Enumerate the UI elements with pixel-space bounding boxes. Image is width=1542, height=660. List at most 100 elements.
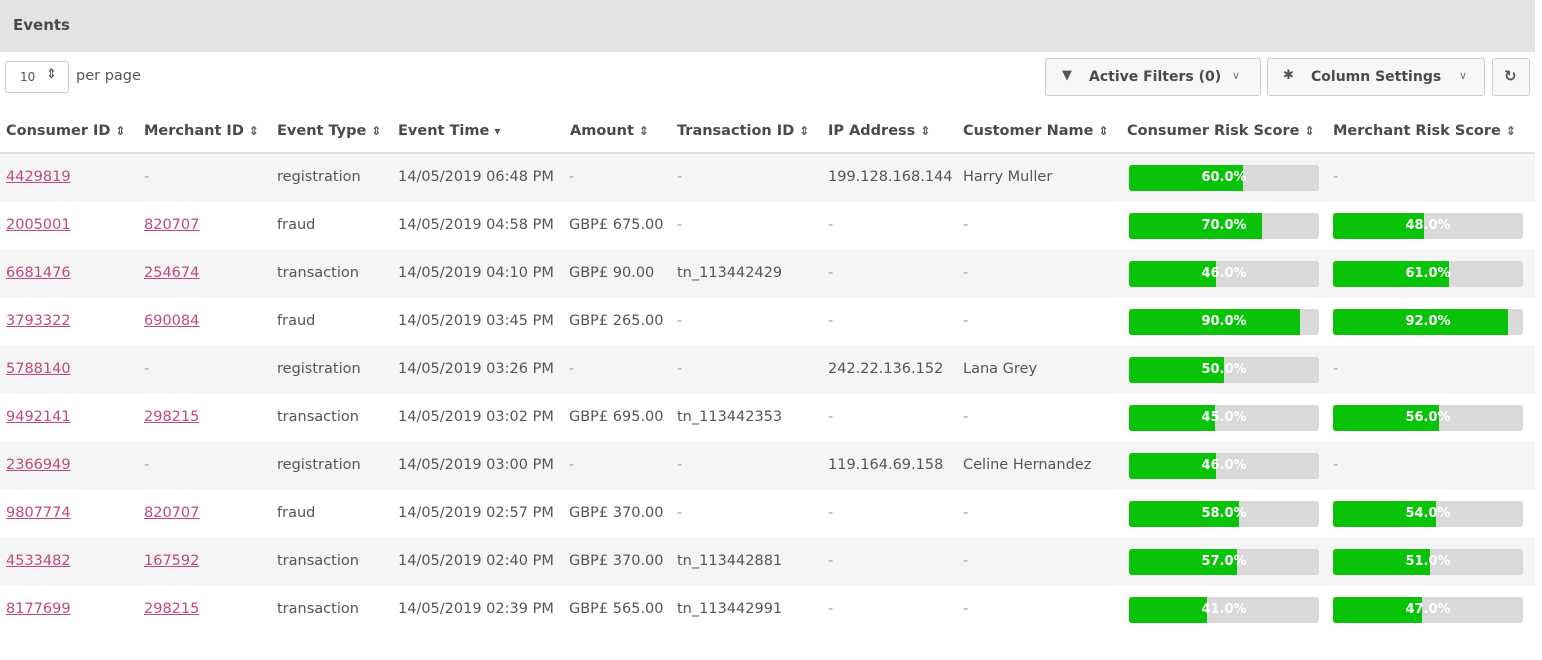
refresh-button[interactable]: ↻ bbox=[1492, 58, 1530, 96]
risk-score-label: 90.0% bbox=[1201, 314, 1247, 329]
event-type-cell: transaction bbox=[277, 601, 359, 617]
ip-address-cell: - bbox=[828, 553, 834, 569]
consumer-id-link[interactable]: 4429819 bbox=[6, 169, 71, 185]
risk-score-label: 57.0% bbox=[1201, 554, 1247, 569]
event-time-cell: 14/05/2019 04:10 PM bbox=[398, 265, 554, 281]
active-filters-button[interactable]: ▼ Active Filters (0) ∨ bbox=[1045, 58, 1261, 96]
ip-address-cell: 119.164.69.158 bbox=[828, 457, 944, 473]
consumer-risk-bar: 50.0% bbox=[1129, 357, 1319, 383]
customer-name-cell: - bbox=[963, 313, 969, 329]
column-header-consumer-risk-score[interactable]: Consumer Risk Score ⇕ bbox=[1127, 123, 1315, 139]
risk-score-label: 46.0% bbox=[1201, 458, 1247, 473]
merchant-id-link[interactable]: 820707 bbox=[144, 217, 199, 233]
event-type-cell: fraud bbox=[277, 313, 316, 329]
ip-address-cell: - bbox=[828, 601, 834, 617]
event-time-cell: 14/05/2019 02:39 PM bbox=[398, 601, 554, 617]
event-time-cell: 14/05/2019 03:00 PM bbox=[398, 457, 554, 473]
risk-score-label: 54.0% bbox=[1405, 506, 1451, 521]
risk-score-label: 41.0% bbox=[1201, 602, 1247, 617]
column-header-event-type[interactable]: Event Type ⇕ bbox=[277, 123, 381, 139]
event-time-cell: 14/05/2019 06:48 PM bbox=[398, 169, 554, 185]
per-page-select[interactable]: 10 ⇕ bbox=[5, 61, 69, 93]
merchant-id-link[interactable]: 167592 bbox=[144, 553, 199, 569]
risk-score-label: 46.0% bbox=[1201, 266, 1247, 281]
sort-arrows-icon: ⇕ bbox=[115, 124, 126, 138]
column-header-consumer-id[interactable]: Consumer ID ⇕ bbox=[6, 123, 126, 139]
customer-name-cell: Harry Muller bbox=[963, 169, 1053, 185]
page-title: Events bbox=[13, 16, 70, 34]
merchant-id-link[interactable]: 254674 bbox=[144, 265, 199, 281]
customer-name-cell: Lana Grey bbox=[963, 361, 1038, 377]
customer-name-cell: - bbox=[963, 409, 969, 425]
column-settings-button[interactable]: ✱ Column Settings ∨ bbox=[1267, 58, 1485, 96]
table-row: 2366949- registration 14/05/2019 03:00 PM -… bbox=[0, 442, 1535, 490]
transaction-id-cell: tn_113442881 bbox=[677, 553, 783, 569]
customer-name-cell: - bbox=[963, 265, 969, 281]
table-row: 9492141 298215 transaction 14/05/2019 03:02… bbox=[0, 394, 1535, 442]
consumer-risk-bar: 46.0% bbox=[1129, 453, 1319, 479]
merchant-risk-bar: 92.0% bbox=[1333, 309, 1523, 335]
customer-name-cell: - bbox=[963, 601, 969, 617]
consumer-id-link[interactable]: 4533482 bbox=[6, 553, 71, 569]
consumer-risk-bar: 57.0% bbox=[1129, 549, 1319, 575]
amount-cell: GBP£ 565.00 bbox=[569, 601, 664, 617]
active-filters-label: Active Filters (0) bbox=[1089, 69, 1222, 85]
customer-name-cell: - bbox=[963, 505, 969, 521]
transaction-id-cell: - bbox=[677, 169, 683, 185]
transaction-id-cell: - bbox=[677, 361, 683, 377]
merchant-id-link[interactable]: 298215 bbox=[144, 409, 199, 425]
consumer-id-link[interactable]: 5788140 bbox=[6, 361, 71, 377]
per-page-value: 10 bbox=[20, 70, 36, 84]
column-settings-label: Column Settings bbox=[1311, 69, 1442, 85]
event-type-cell: registration bbox=[277, 169, 361, 185]
merchant-risk-empty: - bbox=[1333, 361, 1339, 377]
merchant-id-link[interactable]: 820707 bbox=[144, 505, 199, 521]
risk-score-label: 47.0% bbox=[1405, 602, 1451, 617]
consumer-id-link[interactable]: 8177699 bbox=[6, 601, 71, 617]
table-row: 4533482 167592 transaction 14/05/2019 02:40… bbox=[0, 538, 1535, 586]
customer-name-cell: - bbox=[963, 553, 969, 569]
consumer-risk-bar: 41.0% bbox=[1129, 597, 1319, 623]
column-header-merchant-id[interactable]: Merchant ID ⇕ bbox=[144, 123, 259, 139]
consumer-risk-bar: 45.0% bbox=[1129, 405, 1319, 431]
column-header-ip-address[interactable]: IP Address ⇕ bbox=[828, 123, 930, 139]
column-header-merchant-risk-score[interactable]: Merchant Risk Score ⇕ bbox=[1333, 123, 1516, 139]
amount-cell: GBP£ 90.00 bbox=[569, 265, 655, 281]
merchant-risk-empty: - bbox=[1333, 169, 1339, 185]
risk-score-label: 51.0% bbox=[1405, 554, 1451, 569]
consumer-risk-bar: 90.0% bbox=[1129, 309, 1319, 335]
merchant-risk-bar: 48.0% bbox=[1333, 213, 1523, 239]
table-row: 5788140- registration 14/05/2019 03:26 PM -… bbox=[0, 346, 1535, 394]
merchant-id-link[interactable]: 690084 bbox=[144, 313, 199, 329]
risk-score-label: 50.0% bbox=[1201, 362, 1247, 377]
ip-address-cell: 242.22.136.152 bbox=[828, 361, 944, 377]
chevron-down-icon: ∨ bbox=[1232, 69, 1241, 82]
consumer-id-link[interactable]: 9807774 bbox=[6, 505, 71, 521]
consumer-id-link[interactable]: 6681476 bbox=[6, 265, 71, 281]
column-header-amount[interactable]: Amount ⇕ bbox=[570, 123, 649, 139]
sort-arrows-icon: ⇕ bbox=[46, 67, 57, 82]
event-type-cell: transaction bbox=[277, 553, 359, 569]
sort-arrows-icon: ⇕ bbox=[248, 124, 259, 138]
consumer-risk-bar: 46.0% bbox=[1129, 261, 1319, 287]
risk-score-label: 92.0% bbox=[1405, 314, 1451, 329]
consumer-id-link[interactable]: 9492141 bbox=[6, 409, 71, 425]
sort-arrows-icon: ⇕ bbox=[371, 124, 382, 138]
event-type-cell: registration bbox=[277, 361, 361, 377]
column-header-transaction-id[interactable]: Transaction ID ⇕ bbox=[677, 123, 809, 139]
sort-arrows-icon: ⇕ bbox=[1304, 124, 1315, 138]
consumer-id-link[interactable]: 2366949 bbox=[6, 457, 71, 473]
table-row: 9807774 820707 fraud 14/05/2019 02:57 PM GBP… bbox=[0, 490, 1535, 538]
column-header-event-time[interactable]: Event Time ▾ bbox=[398, 123, 500, 139]
merchant-id-link[interactable]: 298215 bbox=[144, 601, 199, 617]
risk-score-label: 58.0% bbox=[1201, 506, 1247, 521]
column-header-customer-name[interactable]: Customer Name ⇕ bbox=[963, 123, 1109, 139]
table-row: 6681476 254674 transaction 14/05/2019 04:10… bbox=[0, 250, 1535, 298]
consumer-id-link[interactable]: 3793322 bbox=[6, 313, 71, 329]
consumer-id-link[interactable]: 2005001 bbox=[6, 217, 71, 233]
merchant-risk-bar: 54.0% bbox=[1333, 501, 1523, 527]
refresh-icon: ↻ bbox=[1504, 67, 1517, 85]
risk-score-label: 56.0% bbox=[1405, 410, 1451, 425]
merchant-id-link: - bbox=[144, 457, 150, 473]
merchant-risk-bar: 47.0% bbox=[1333, 597, 1523, 623]
